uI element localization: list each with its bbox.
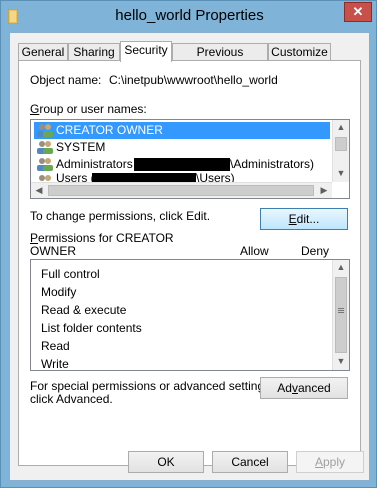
scroll-thumb[interactable] [335, 137, 347, 151]
tab-previous-versions[interactable]: Previous Versions [172, 43, 268, 75]
dialog-client-area: General Sharing Security Previous Versio… [9, 32, 370, 481]
permission-row-modify: Modify [41, 285, 77, 299]
cancel-button[interactable]: Cancel [212, 451, 288, 473]
title-bar[interactable]: hello_world Properties ✕ [1, 1, 377, 33]
list-item-label-suffix: \Administrators) [230, 157, 315, 171]
ok-button[interactable]: OK [128, 451, 204, 473]
object-name-label: Object name: [30, 73, 102, 87]
advanced-button[interactable]: Advanced [260, 377, 348, 399]
tab-sharing[interactable]: Sharing [68, 43, 120, 61]
advanced-settings-text-line2: click Advanced. [30, 392, 113, 406]
redaction-bar [134, 158, 230, 171]
advanced-settings-text-line1: For special permissions or advanced sett… [30, 379, 274, 393]
object-name-value: C:\inetpub\wwwroot\hello_world [109, 73, 278, 87]
permission-row-read: Read [41, 339, 70, 353]
scroll-thumb[interactable] [48, 185, 314, 196]
list-item-administrators[interactable]: Administrators ( \Administrators) [34, 156, 330, 173]
edit-button[interactable]: Edit... [260, 208, 348, 230]
close-button[interactable]: ✕ [344, 2, 372, 22]
apply-button[interactable]: Apply [296, 451, 364, 473]
list-item-label-prefix: Administrators ( [56, 157, 141, 171]
tab-general[interactable]: General [18, 43, 68, 61]
group-list-vertical-scrollbar[interactable]: ▲ ▼ [332, 120, 349, 182]
permission-row-write: Write [41, 357, 69, 371]
window-title: hello_world Properties [115, 7, 264, 24]
tab-customize[interactable]: Customize [268, 43, 331, 61]
deny-column-header: Deny [301, 244, 330, 258]
scroll-left-arrow-icon[interactable]: ◀ [31, 183, 47, 198]
allow-column-header: Allow [240, 244, 269, 258]
group-list-horizontal-scrollbar[interactable]: ◀ ▶ [31, 182, 332, 198]
properties-window: hello_world Properties ✕ General Sharing… [0, 0, 377, 488]
scroll-down-arrow-icon[interactable]: ▼ [333, 354, 349, 370]
users-icon [37, 141, 53, 154]
scroll-thumb[interactable] [335, 277, 347, 353]
permission-row-read-execute: Read & execute [41, 303, 127, 317]
list-item-system[interactable]: SYSTEM [34, 139, 330, 156]
group-user-names-label: Group or user names: [30, 102, 147, 116]
group-user-listbox[interactable]: CREATOR OWNER SYSTEM Administrators (\A… [30, 119, 350, 199]
scroll-up-arrow-icon[interactable]: ▲ [333, 120, 349, 136]
users-icon [37, 124, 53, 137]
permission-row-list-folder-contents: List folder contents [41, 321, 142, 335]
security-tab-panel: Object name: C:\inetpub\wwwroot\hello_wo… [18, 60, 361, 466]
permissions-for-label-line2: OWNER [30, 244, 76, 258]
permissions-listbox[interactable]: Full control Modify Read & execute List … [30, 259, 350, 371]
permissions-for-label-line1: Permissions for CREATOR [30, 231, 174, 245]
users-icon [37, 158, 53, 171]
scroll-right-arrow-icon[interactable]: ▶ [316, 183, 332, 198]
list-item-label: CREATOR OWNER [56, 123, 163, 137]
permission-row-full-control: Full control [41, 267, 100, 281]
scroll-up-arrow-icon[interactable]: ▲ [333, 260, 349, 276]
permissions-vertical-scrollbar[interactable]: ▲ ▼ [332, 260, 349, 370]
tab-security[interactable]: Security [120, 41, 172, 62]
list-item-label: SYSTEM [56, 140, 106, 154]
list-item-creator-owner[interactable]: CREATOR OWNER [34, 122, 330, 139]
scroll-down-arrow-icon[interactable]: ▼ [333, 166, 349, 182]
change-permissions-text: To change permissions, click Edit. [30, 209, 211, 223]
